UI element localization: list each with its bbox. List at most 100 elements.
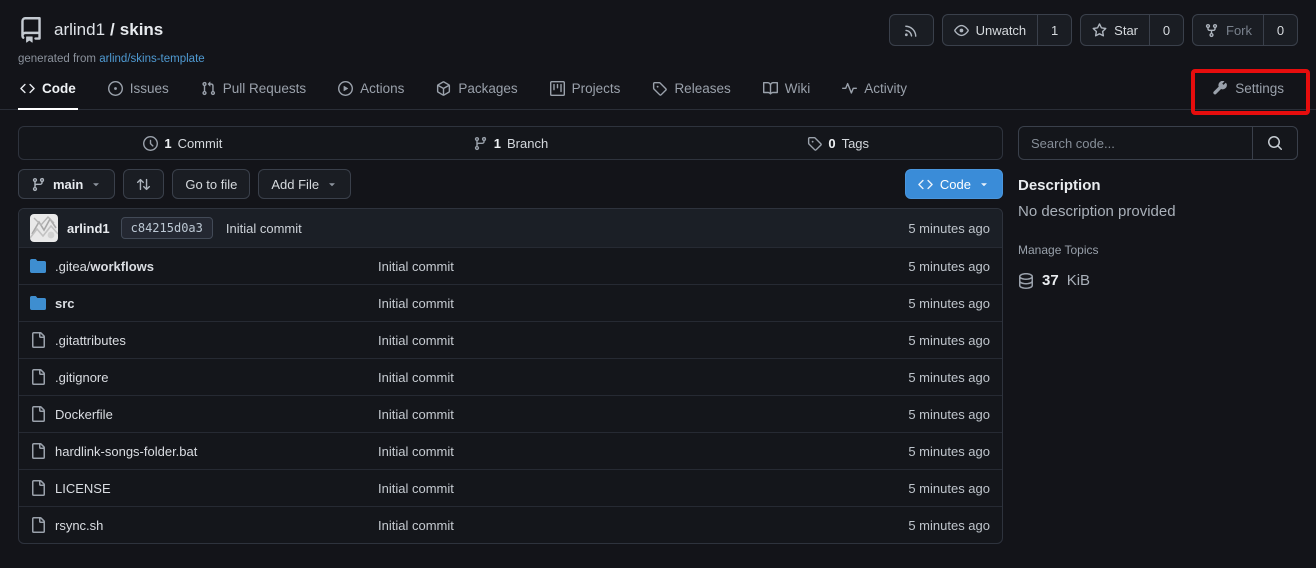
template-repo-link[interactable]: arlind/skins-template	[99, 53, 204, 65]
avatar[interactable]	[30, 214, 58, 242]
generated-from-line: generated from arlind/skins-template	[18, 53, 1298, 65]
tab-actions-label: Actions	[360, 81, 404, 96]
package-icon	[436, 81, 451, 96]
commit-time: 5 minutes ago	[908, 221, 990, 236]
add-file-button[interactable]: Add File	[258, 169, 351, 199]
history-icon	[143, 136, 158, 151]
file-commit-time: 5 minutes ago	[908, 259, 990, 274]
repo-counts-bar: 1 Commit 1 Branch 0 Tags	[18, 126, 1003, 160]
folder-icon	[30, 258, 46, 274]
tags-count-link[interactable]: 0 Tags	[674, 136, 1002, 151]
tab-projects-label: Projects	[572, 81, 621, 96]
add-file-label: Add File	[271, 177, 319, 192]
repo-action-buttons: Unwatch 1 Star 0 Fork 0	[889, 14, 1298, 46]
tags-label: Tags	[842, 136, 869, 151]
branches-count-link[interactable]: 1 Branch	[347, 136, 675, 151]
file-commit-message-link[interactable]: Initial commit	[378, 333, 908, 348]
tab-packages[interactable]: Packages	[434, 72, 519, 110]
file-commit-time: 5 minutes ago	[908, 296, 990, 311]
file-row: .gitignore Initial commit 5 minutes ago	[19, 358, 1002, 395]
file-name-link[interactable]: .gitea/workflows	[55, 259, 154, 274]
star-icon	[1092, 23, 1107, 38]
repo-header: arlind1/skins Unwatch 1 Star 0 Fork 0 ge…	[0, 0, 1316, 65]
commit-author-link[interactable]: arlind1	[67, 221, 110, 236]
folder-icon	[30, 295, 46, 311]
repo-toolbar: main Go to file Add File Code	[18, 169, 1003, 199]
tab-code-label: Code	[42, 81, 76, 96]
file-name-link[interactable]: src	[55, 296, 75, 311]
code-search-box	[1018, 126, 1298, 160]
watch-button[interactable]: Unwatch 1	[942, 14, 1073, 46]
fork-count[interactable]: 0	[1263, 15, 1297, 45]
file-row: Dockerfile Initial commit 5 minutes ago	[19, 395, 1002, 432]
file-name-link[interactable]: Dockerfile	[55, 407, 113, 422]
branch-selector[interactable]: main	[18, 169, 115, 199]
file-commit-message-link[interactable]: Initial commit	[378, 481, 908, 496]
tab-activity[interactable]: Activity	[840, 72, 909, 110]
manage-topics-link[interactable]: Manage Topics	[1018, 243, 1099, 257]
file-icon	[30, 517, 46, 533]
rss-icon	[904, 23, 919, 38]
repo-size-value: 37	[1042, 272, 1059, 289]
code-search-input[interactable]	[1019, 127, 1252, 159]
file-icon	[30, 443, 46, 459]
go-to-file-label: Go to file	[185, 177, 237, 192]
tab-activity-label: Activity	[864, 81, 907, 96]
watch-count[interactable]: 1	[1037, 15, 1071, 45]
fork-label: Fork	[1226, 23, 1252, 38]
star-button[interactable]: Star 0	[1080, 14, 1184, 46]
code-icon	[918, 177, 933, 192]
chevron-down-icon	[90, 178, 102, 190]
file-commit-message-link[interactable]: Initial commit	[378, 296, 908, 311]
tab-pull-requests[interactable]: Pull Requests	[199, 72, 308, 110]
rss-button[interactable]	[889, 14, 934, 46]
tab-wiki[interactable]: Wiki	[761, 72, 813, 110]
file-name-link[interactable]: .gitattributes	[55, 333, 126, 348]
pulse-icon	[842, 81, 857, 96]
file-commit-message-link[interactable]: Initial commit	[378, 370, 908, 385]
file-commit-message-link[interactable]: Initial commit	[378, 407, 908, 422]
fork-button[interactable]: Fork 0	[1192, 14, 1298, 46]
file-icon	[30, 480, 46, 496]
repo-name-link[interactable]: skins	[120, 20, 163, 39]
project-icon	[550, 81, 565, 96]
tab-issues[interactable]: Issues	[106, 72, 171, 110]
commits-count-link[interactable]: 1 Commit	[19, 136, 347, 151]
commit-message-link[interactable]: Initial commit	[226, 221, 302, 236]
tab-settings[interactable]: Settings	[1211, 72, 1286, 110]
tab-issues-label: Issues	[130, 81, 169, 96]
commits-label: Commit	[178, 136, 223, 151]
latest-commit-row: arlind1 c84215d0a3 Initial commit 5 minu…	[19, 209, 1002, 247]
star-count[interactable]: 0	[1149, 15, 1183, 45]
go-to-file-button[interactable]: Go to file	[172, 169, 250, 199]
file-name-link[interactable]: rsync.sh	[55, 518, 103, 533]
file-row: LICENSE Initial commit 5 minutes ago	[19, 469, 1002, 506]
commit-hash-badge[interactable]: c84215d0a3	[121, 217, 213, 239]
book-icon	[763, 81, 778, 96]
tab-actions[interactable]: Actions	[336, 72, 406, 110]
file-name-link[interactable]: LICENSE	[55, 481, 111, 496]
tab-wiki-label: Wiki	[785, 81, 811, 96]
tab-code[interactable]: Code	[18, 72, 78, 110]
repo-owner-link[interactable]: arlind1	[54, 20, 105, 39]
file-commit-message-link[interactable]: Initial commit	[378, 444, 908, 459]
tab-projects[interactable]: Projects	[548, 72, 623, 110]
file-icon	[30, 406, 46, 422]
file-commit-message-link[interactable]: Initial commit	[378, 259, 908, 274]
file-name-link[interactable]: .gitignore	[55, 370, 108, 385]
file-icon	[30, 369, 46, 385]
search-button[interactable]	[1252, 127, 1297, 159]
play-circle-icon	[338, 81, 353, 96]
description-heading: Description	[1018, 177, 1298, 194]
file-commit-message-link[interactable]: Initial commit	[378, 518, 908, 533]
compare-button[interactable]	[123, 169, 164, 199]
repo-nav-tabs: Code Issues Pull Requests Actions Packages Pr…	[0, 72, 1316, 110]
file-icon	[30, 332, 46, 348]
tag-icon	[652, 81, 667, 96]
file-name-link[interactable]: hardlink-songs-folder.bat	[55, 444, 197, 459]
file-commit-time: 5 minutes ago	[908, 518, 990, 533]
code-download-button[interactable]: Code	[905, 169, 1003, 199]
file-commit-time: 5 minutes ago	[908, 444, 990, 459]
tags-count: 0	[828, 136, 835, 151]
tab-releases[interactable]: Releases	[650, 72, 732, 110]
